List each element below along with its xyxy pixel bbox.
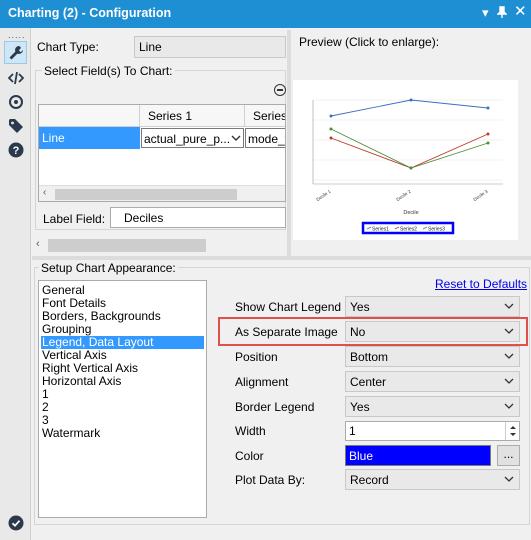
appearance-list-item[interactable]: Horizontal Axis <box>41 375 122 388</box>
xml-view-button[interactable] <box>4 66 27 89</box>
preview-chart-svg: Decile 1 Decile 2 Decile 3 Decile Series1 S… <box>312 98 503 235</box>
separate-image-select[interactable]: No <box>345 321 520 342</box>
preview-point <box>486 106 490 110</box>
grid-scroll-thumb[interactable] <box>55 189 237 200</box>
position-select[interactable]: Bottom <box>345 346 520 367</box>
label-field-select[interactable]: Deciles <box>110 207 286 228</box>
window-title: Charting (2) - Configuration <box>8 6 172 20</box>
dropdown-arrow-icon[interactable]: ▾ <box>482 6 489 20</box>
stepper-arrows[interactable] <box>505 422 519 440</box>
apply-button[interactable] <box>4 511 27 534</box>
alignment-label: Alignment <box>235 375 289 389</box>
width-label: Width <box>235 424 266 438</box>
preview-tick-label: Decile 2 <box>395 188 412 202</box>
preview-panel: Preview (Click to enlarge): Decile 1 Deci… <box>291 30 531 256</box>
preview-chart[interactable]: Decile 1 Decile 2 Decile 3 Decile Series1 S… <box>293 80 518 240</box>
column-header-series1[interactable]: Series 1 <box>140 105 245 127</box>
preview-legend-label: Series2 <box>400 227 417 233</box>
wrench-icon <box>9 45 23 59</box>
tool-rail: ..... ? <box>0 28 31 540</box>
remove-icon[interactable] <box>274 84 286 96</box>
plot-by-select[interactable]: Record <box>345 469 520 490</box>
chevron-down-icon <box>504 353 514 359</box>
grid-corner-header <box>39 105 140 127</box>
code-icon <box>7 71 24 84</box>
grid-scrollbar[interactable]: ‹ <box>39 185 285 201</box>
color-swatch[interactable]: Blue <box>345 445 491 466</box>
alignment-select[interactable]: Center <box>345 371 520 392</box>
annotation-button[interactable] <box>4 90 27 113</box>
preview-legend-label: Series3 <box>428 227 445 233</box>
show-legend-select[interactable]: Yes <box>345 296 520 317</box>
fields-panel: Chart Type: Line Select Field(s) To Char… <box>32 30 286 256</box>
preview-legend-swatch <box>422 226 428 230</box>
target-icon <box>8 94 23 109</box>
plot-by-label: Plot Data By: <box>235 473 306 487</box>
preview-legend-label: Series1 <box>372 227 389 233</box>
chart-type-label: Chart Type: <box>37 40 99 54</box>
series2-select[interactable]: mode_w <box>245 128 285 148</box>
pin-icon[interactable] <box>496 6 508 21</box>
preview-tick-label: Decile 1 <box>315 188 332 202</box>
preview-point <box>486 132 490 136</box>
preview-legend-swatch <box>366 226 372 230</box>
preview-xlabel: Decile <box>403 210 418 216</box>
preview-legend-swatch <box>394 226 400 230</box>
color-picker-button[interactable]: ... <box>497 445 520 466</box>
tag-icon <box>8 118 23 133</box>
width-stepper[interactable]: 1 <box>345 421 520 441</box>
scroll-left-icon[interactable]: ‹ <box>36 238 40 250</box>
show-legend-label: Show Chart Legend <box>235 300 342 314</box>
preview-point <box>409 166 413 170</box>
chevron-down-icon <box>504 328 514 334</box>
checkmark-circle-icon <box>8 515 23 530</box>
chevron-down-icon <box>504 303 514 309</box>
preview-point <box>329 136 333 140</box>
chevron-down-icon <box>504 378 514 384</box>
appearance-list-item[interactable]: Watermark <box>41 427 101 440</box>
preview-point <box>329 114 333 118</box>
configuration-button[interactable] <box>4 41 27 64</box>
separate-image-label: As Separate Image <box>235 325 338 339</box>
fields-grid: Series 1 Series Line actual_pure_p... mo… <box>38 104 286 202</box>
chevron-down-icon <box>504 403 514 409</box>
title-bar: Charting (2) - Configuration ▾ ✕ <box>0 0 531 28</box>
help-button[interactable]: ? <box>4 138 27 161</box>
svg-text:?: ? <box>12 145 19 157</box>
reset-defaults-link[interactable]: Reset to Defaults <box>435 277 527 291</box>
panel-scroll-thumb[interactable] <box>48 239 206 252</box>
series1-select[interactable]: actual_pure_p... <box>141 128 244 148</box>
help-icon: ? <box>8 142 23 157</box>
row-header-line[interactable]: Line <box>39 127 140 149</box>
preview-title: Preview (Click to enlarge): <box>299 35 440 49</box>
tag-button[interactable] <box>4 114 27 137</box>
preview-point <box>486 141 490 145</box>
rail-grip: ..... <box>8 30 26 40</box>
position-label: Position <box>235 350 278 364</box>
scroll-left-icon[interactable]: ‹ <box>43 187 46 198</box>
fields-panel-scrollbar[interactable]: ‹ <box>32 237 286 254</box>
preview-series-line <box>330 128 489 169</box>
preview-tick-label: Decile 3 <box>472 188 489 202</box>
chart-type-select[interactable]: Line <box>134 36 286 58</box>
column-header-series2[interactable]: Series <box>245 105 285 127</box>
appearance-title: Setup Chart Appearance: <box>39 261 178 275</box>
appearance-list[interactable]: General Font Details Borders, Backgrounds G… <box>38 280 207 518</box>
label-field-label: Label Field: <box>43 212 106 226</box>
chevron-down-icon <box>504 476 514 482</box>
preview-point <box>329 127 333 131</box>
preview-point <box>409 98 413 102</box>
stepper-arrows-icon <box>510 426 516 436</box>
chevron-down-icon <box>231 135 241 141</box>
select-fields-title: Select Field(s) To Chart: <box>42 64 175 78</box>
preview-series-line <box>330 99 489 117</box>
color-label: Color <box>235 449 264 463</box>
border-legend-select[interactable]: Yes <box>345 396 520 417</box>
border-legend-label: Border Legend <box>235 400 315 414</box>
close-icon[interactable]: ✕ <box>514 4 527 19</box>
